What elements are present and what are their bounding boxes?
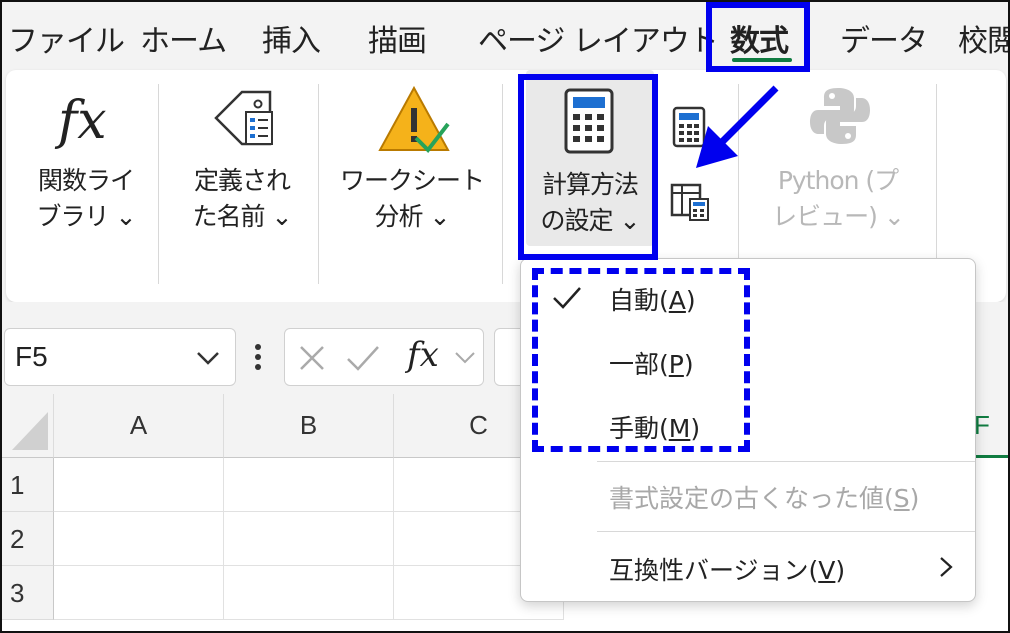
ribbon-separator bbox=[502, 84, 503, 284]
calculation-options-highlight bbox=[518, 74, 658, 260]
calculate-sheet-button[interactable] bbox=[670, 182, 710, 222]
arrow-annotation-icon bbox=[696, 85, 779, 168]
function-library-label-2: ブラリ ⌄ bbox=[36, 202, 137, 231]
tab-home[interactable]: ホーム bbox=[140, 16, 227, 60]
tab-draw[interactable]: 描画 bbox=[368, 16, 427, 60]
row-header-3[interactable]: 3 bbox=[2, 566, 54, 620]
chevron-down-icon[interactable] bbox=[195, 349, 221, 367]
name-box[interactable]: F5 bbox=[4, 328, 236, 386]
defined-names-label-1: 定義され bbox=[193, 166, 291, 195]
formula-controls: fx bbox=[284, 328, 484, 386]
error-check-icon bbox=[378, 85, 450, 154]
cell-a1[interactable] bbox=[54, 458, 224, 512]
ribbon-separator bbox=[158, 84, 159, 284]
ribbon-separator bbox=[936, 84, 937, 284]
python-preview-label-2: レビュー) ⌄ bbox=[772, 202, 905, 231]
row-header-1[interactable]: 1 bbox=[2, 458, 54, 512]
defined-names-button[interactable]: 定義され た名前 ⌄ bbox=[172, 70, 312, 270]
ribbon-tab-bar: ファイル ホーム 挿入 描画 ページ レイアウト 数式 データ 校閲 bbox=[2, 2, 1008, 70]
enter-check-icon[interactable] bbox=[345, 343, 381, 373]
menu-separator bbox=[597, 461, 975, 462]
name-tag-icon bbox=[214, 90, 273, 146]
formula-auditing-button[interactable]: ワークシート 分析 ⌄ bbox=[330, 70, 494, 270]
tab-file[interactable]: ファイル bbox=[8, 16, 125, 60]
function-library-button[interactable]: fx 関数ライ ブラリ ⌄ bbox=[26, 70, 146, 270]
tab-insert[interactable]: 挿入 bbox=[262, 16, 321, 60]
fx-icon: fx bbox=[54, 91, 107, 151]
chevron-down-icon[interactable] bbox=[453, 349, 477, 367]
excel-window: ファイル ホーム 挿入 描画 ページ レイアウト 数式 データ 校閲 fx 関数… bbox=[0, 0, 1010, 633]
cell-a3[interactable] bbox=[54, 566, 224, 620]
tab-page-layout[interactable]: ページ レイアウト bbox=[478, 16, 719, 60]
function-library-label-1: 関数ライ bbox=[37, 166, 135, 195]
more-options-icon[interactable] bbox=[250, 342, 266, 372]
select-all-corner[interactable] bbox=[2, 394, 54, 458]
menu-item-suffix: ) bbox=[909, 484, 920, 513]
tab-review[interactable]: 校閲 bbox=[958, 16, 1008, 60]
svg-text:fx: fx bbox=[54, 91, 107, 151]
formula-auditing-label-2: 分析 ⌄ bbox=[374, 202, 451, 231]
defined-names-label-2: た名前 ⌄ bbox=[192, 202, 293, 231]
formula-auditing-label-1: ワークシート bbox=[339, 166, 485, 195]
cancel-icon[interactable] bbox=[297, 343, 327, 373]
insert-function-icon[interactable]: fx bbox=[407, 335, 439, 375]
tab-data[interactable]: データ bbox=[840, 16, 928, 60]
cell-b3[interactable] bbox=[224, 566, 394, 620]
column-header-b[interactable]: B bbox=[224, 394, 394, 458]
menu-item-stale-label: 書式設定の古くなった値( bbox=[609, 484, 894, 513]
ribbon-separator bbox=[318, 84, 319, 284]
cell-b1[interactable] bbox=[224, 458, 394, 512]
cell-b2[interactable] bbox=[224, 512, 394, 566]
column-header-a[interactable]: A bbox=[54, 394, 224, 458]
select-all-triangle-icon bbox=[12, 412, 48, 450]
name-box-value: F5 bbox=[15, 341, 48, 372]
accelerator-key: V bbox=[818, 556, 836, 585]
calculation-modes-highlight bbox=[532, 268, 750, 452]
menu-item-suffix: ) bbox=[835, 556, 846, 585]
formulas-tab-highlight bbox=[706, 2, 810, 72]
cell-a2[interactable] bbox=[54, 512, 224, 566]
row-header-2[interactable]: 2 bbox=[2, 512, 54, 566]
chevron-right-icon bbox=[940, 557, 953, 577]
menu-separator bbox=[597, 531, 975, 532]
menu-item-compat-label: 互換性バージョン( bbox=[609, 556, 819, 585]
menu-item-compatibility-version[interactable]: 互換性バージョン(V) bbox=[609, 551, 845, 587]
menu-item-format-stale-values: 書式設定の古くなった値(S) bbox=[609, 479, 919, 515]
accelerator-key: S bbox=[893, 484, 910, 513]
python-icon bbox=[810, 88, 870, 144]
